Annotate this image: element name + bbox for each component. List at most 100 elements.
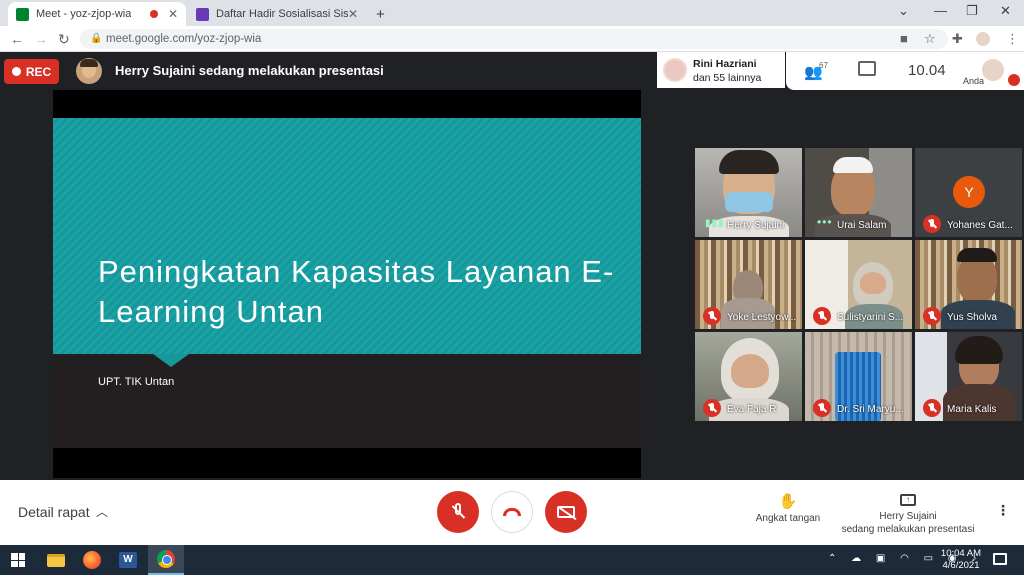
back-icon[interactable]: ←	[10, 31, 24, 47]
presenting-text: Herry Sujaini sedang melakukan presentas…	[115, 63, 384, 78]
participant-name: Maria Kalis	[947, 404, 997, 415]
taskbar-chrome[interactable]	[148, 545, 184, 575]
taskbar-time: 10:04 AM	[940, 548, 982, 559]
camera-blocked-icon[interactable]: ■	[900, 31, 908, 46]
participant-name: Yohanes Gat...	[947, 220, 1013, 231]
presenting-name: Herry Sujaini	[879, 511, 937, 522]
forms-favicon-icon	[196, 7, 209, 21]
taskbar-file-explorer[interactable]	[38, 545, 74, 575]
file-explorer-icon	[47, 553, 65, 567]
tab-daftar-hadir[interactable]: Daftar Hadir Sosialisasi Sistem E-L ✕	[188, 2, 366, 26]
close-tab-icon[interactable]: ✕	[348, 7, 358, 21]
rec-label: REC	[25, 64, 52, 79]
participant-tile[interactable]: Dr. Sri Maryu...	[805, 332, 912, 421]
self-label: Anda	[963, 76, 985, 86]
meeting-clock: 10.04	[908, 62, 946, 79]
camera-toggle-button[interactable]	[545, 491, 587, 533]
more-options-icon[interactable]: ⋮	[996, 502, 1010, 519]
minimize-icon[interactable]: —	[934, 3, 947, 18]
slide-title: Peningkatan Kapasitas Layanan E-Learning…	[98, 254, 615, 329]
close-window-icon[interactable]: ✕	[1000, 3, 1011, 19]
self-avatar	[982, 59, 1004, 81]
tab-meet[interactable]: Meet - yoz-zjop-wia ✕	[8, 2, 186, 26]
participant-tile[interactable]: Y Yohanes Gat...	[915, 148, 1022, 237]
participant-tile[interactable]: ▮▮▮ Herry Sujaini	[695, 148, 802, 237]
participant-tile[interactable]: Maria Kalis	[915, 332, 1022, 421]
forward-icon[interactable]: →	[34, 31, 48, 47]
reload-icon[interactable]: ↻	[58, 31, 70, 47]
hand-icon: ✋	[778, 493, 798, 510]
tab-title: Meet - yoz-zjop-wia	[36, 8, 132, 20]
meeting-details-button[interactable]: Detail rapat	[18, 504, 90, 520]
taskbar-firefox[interactable]	[74, 545, 110, 575]
participant-name: Dr. Sri Maryu...	[837, 404, 904, 415]
raise-hand-label: Angkat tangan	[755, 513, 821, 524]
chevron-up-icon[interactable]: ︿	[96, 503, 108, 520]
url-input[interactable]: 🔒 meet.google.com/yoz-zjop-wia	[80, 29, 948, 49]
mic-off-icon	[451, 503, 465, 521]
taskbar-word[interactable]: W	[110, 545, 146, 575]
camera-off-icon	[557, 506, 575, 518]
address-bar: ← → ↻ 🔒 meet.google.com/yoz-zjop-wia ■ ☆…	[0, 26, 1024, 52]
leave-call-button[interactable]	[491, 491, 533, 533]
participant-others: dan 55 lainnya	[693, 72, 762, 84]
participants-chip[interactable]: Rini Hazriani dan 55 lainnya	[657, 52, 785, 88]
slide-pointer-shape	[153, 354, 189, 367]
participant-name: Eva Faja R	[727, 404, 777, 415]
participant-avatar	[663, 58, 687, 82]
raise-hand-button[interactable]: ✋ Angkat tangan	[752, 492, 824, 524]
lock-icon: 🔒	[90, 33, 103, 44]
windows-taskbar: W ⌃ ☁ ▣ ◠ ▭ ◉ ♪ 10:04 AM 4/6/2021	[0, 545, 1024, 575]
browser-menu-icon[interactable]: ⋮	[1006, 31, 1019, 47]
tab-title: Daftar Hadir Sosialisasi Sistem E-L	[216, 8, 348, 20]
people-count: 67	[819, 61, 828, 70]
participant-initial-avatar: Y	[953, 176, 985, 208]
participant-name: Rini Hazriani	[693, 58, 757, 70]
taskbar-date: 4/6/2021	[942, 560, 980, 571]
url-text: meet.google.com/yoz-zjop-wia	[106, 33, 262, 45]
hang-up-icon	[503, 508, 521, 516]
bookmark-star-icon[interactable]: ☆	[924, 31, 936, 47]
firefox-icon	[83, 551, 101, 569]
participant-name: Herry Sujaini	[727, 220, 785, 231]
notification-icon[interactable]	[993, 553, 1007, 565]
chrome-icon	[157, 550, 175, 568]
presentation-screen: Peningkatan Kapasitas Layanan E-Learning…	[53, 90, 641, 478]
participant-tile[interactable]: Yus Sholva	[915, 240, 1022, 329]
present-button[interactable]: ↑ Herry Sujaini sedang melakukan present…	[838, 489, 978, 536]
muted-mic-icon	[813, 307, 831, 325]
chat-icon[interactable]	[858, 61, 876, 76]
close-tab-icon[interactable]: ✕	[168, 7, 178, 21]
browser-tab-bar: Meet - yoz-zjop-wia ✕ Daftar Hadir Sosia…	[0, 0, 1024, 26]
present-screen-icon: ↑	[900, 494, 916, 506]
muted-mic-icon	[703, 399, 721, 417]
meet-right-panel: 👥 67 10.04 Anda	[786, 52, 1024, 90]
extensions-icon[interactable]: ✚	[952, 31, 963, 47]
mic-toggle-button[interactable]	[437, 491, 479, 533]
tab-search-icon[interactable]: ⌄	[898, 3, 909, 19]
profile-avatar[interactable]	[976, 32, 990, 46]
windows-icon	[11, 553, 25, 567]
meeting-controls-bar: Detail rapat ︿ ✋ Angkat tangan ↑ Herry S…	[0, 480, 1024, 545]
muted-mic-icon	[703, 307, 721, 325]
maximize-icon[interactable]: ❐	[966, 3, 978, 19]
start-button[interactable]	[0, 545, 36, 575]
taskbar-clock[interactable]: 10:04 AM 4/6/2021	[938, 548, 984, 572]
muted-mic-icon	[813, 399, 831, 417]
recording-badge: REC	[4, 59, 59, 84]
participant-tile[interactable]: Eva Faja R	[695, 332, 802, 421]
participant-tile[interactable]: Yoke Lestyow...	[695, 240, 802, 329]
participant-tile[interactable]: Sulistyarini S...	[805, 240, 912, 329]
muted-mic-icon	[923, 215, 941, 233]
participant-grid: ▮▮▮ Herry Sujaini ••• Urai Salam Y Yohan…	[695, 148, 1024, 421]
meet-favicon-icon	[16, 7, 29, 21]
recording-dot-icon	[149, 10, 158, 18]
word-icon: W	[119, 552, 137, 568]
new-tab-button[interactable]: +	[368, 2, 394, 26]
active-indicator-icon: •••	[817, 215, 833, 229]
muted-mic-icon	[923, 307, 941, 325]
slide-subtitle: UPT. TIK Untan	[98, 376, 175, 388]
participant-name: Yoke Lestyow...	[727, 312, 797, 323]
slide: Peningkatan Kapasitas Layanan E-Learning…	[53, 118, 641, 448]
participant-tile[interactable]: ••• Urai Salam	[805, 148, 912, 237]
